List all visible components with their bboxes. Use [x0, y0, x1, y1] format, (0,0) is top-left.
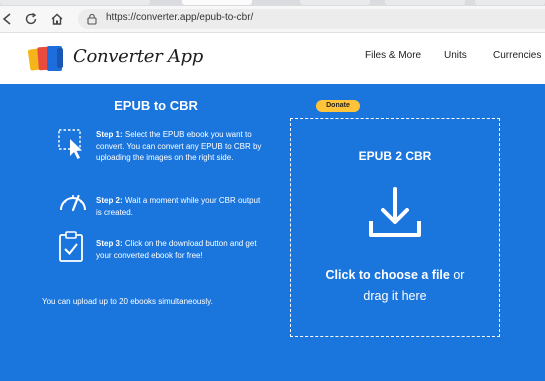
upload-limit-note: You can upload up to 20 ebooks simultane…: [42, 297, 213, 306]
refresh-icon[interactable]: [23, 11, 39, 27]
download-icon[interactable]: [367, 185, 423, 241]
brand-name[interactable]: Converter App: [73, 46, 203, 67]
nav-units[interactable]: Units: [444, 50, 467, 61]
browser-toolbar: https://converter.app/epub-to-cbr/: [0, 6, 545, 33]
nav-files-and-more[interactable]: Files & More: [365, 50, 421, 61]
file-dropzone[interactable]: EPUB 2 CBR Click to choose a file or dra…: [290, 118, 500, 337]
browser-tab[interactable]: [385, 0, 465, 5]
choose-file-link[interactable]: Click to choose a file: [326, 268, 450, 282]
dropzone-title: EPUB 2 CBR: [358, 149, 432, 163]
converter-app-logo[interactable]: [28, 43, 68, 75]
page-title: EPUB to CBR: [114, 98, 198, 113]
url-text[interactable]: https://converter.app/epub-to-cbr/: [106, 12, 253, 23]
step-3-label: Step 3:: [96, 239, 123, 248]
cursor-select-icon: [58, 129, 82, 159]
dropzone-cta[interactable]: Click to choose a file or drag it here: [291, 265, 499, 307]
step-1-text: Step 1: Select the EPUB ebook you want t…: [96, 129, 266, 164]
clipboard-check-icon: [59, 231, 83, 262]
donate-button[interactable]: Donate: [316, 100, 360, 112]
browser-tab-active[interactable]: [182, 0, 252, 5]
cta-or: or: [453, 268, 465, 282]
step-2-text: Step 2: Wait a moment while your CBR out…: [96, 195, 266, 218]
address-bar[interactable]: https://converter.app/epub-to-cbr/: [78, 9, 545, 29]
step-3-text: Step 3: Click on the download button and…: [96, 238, 266, 261]
browser-tab[interactable]: [0, 0, 150, 5]
site-header: Converter App Files & More Units Currenc…: [0, 33, 545, 84]
step-2-label: Step 2:: [96, 196, 123, 205]
speedometer-icon: [60, 194, 86, 212]
nav-currencies[interactable]: Currencies: [493, 50, 541, 61]
browser-tab[interactable]: [475, 0, 545, 5]
site-info-icon[interactable]: [86, 13, 98, 25]
step-1-label: Step 1:: [96, 130, 123, 139]
browser-tab[interactable]: [300, 0, 370, 5]
cta-drag: drag it here: [363, 289, 427, 303]
back-icon[interactable]: [0, 11, 16, 27]
home-icon[interactable]: [49, 11, 65, 27]
